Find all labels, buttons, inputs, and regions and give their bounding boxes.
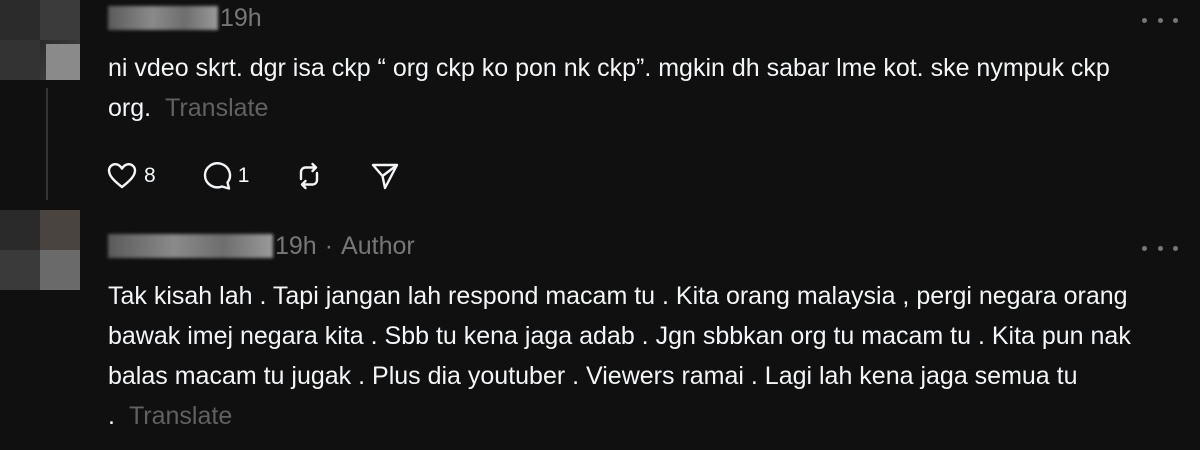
comment-body: Tak kisah lah . Tapi jangan lah respond …: [108, 282, 1131, 430]
action-bar: 8 1: [106, 158, 445, 194]
username-redacted[interactable]: [108, 6, 218, 30]
translate-link[interactable]: Translate: [129, 402, 232, 430]
separator: ·: [324, 231, 334, 260]
translate-link[interactable]: Translate: [165, 94, 268, 122]
avatar[interactable]: [0, 0, 80, 80]
avatar[interactable]: [0, 210, 80, 290]
comment-meta: 19h · Author: [108, 230, 415, 262]
comment-text: ni vdeo skrt. dgr isa ckp “ org ckp ko p…: [108, 48, 1158, 128]
author-label: Author: [341, 231, 415, 260]
comment: 19h ni vdeo skrt. dgr isa ckp “ org ckp …: [0, 0, 1200, 200]
comment-icon: [203, 162, 231, 190]
send-icon: [372, 163, 399, 190]
reply-button[interactable]: 1: [200, 160, 250, 192]
more-icon[interactable]: [1142, 10, 1178, 30]
comment-meta: 19h: [108, 2, 262, 34]
thread-line: [46, 88, 48, 200]
heart-icon: [107, 163, 137, 189]
like-count: 8: [144, 164, 156, 187]
timestamp: 19h: [275, 231, 317, 260]
comment-text: Tak kisah lah . Tapi jangan lah respond …: [108, 276, 1158, 436]
repost-icon: [300, 162, 319, 190]
username-redacted[interactable]: [108, 234, 273, 258]
more-icon[interactable]: [1142, 238, 1178, 258]
share-button[interactable]: [369, 160, 401, 192]
repost-button[interactable]: [293, 160, 325, 192]
timestamp: 19h: [220, 3, 262, 32]
like-button[interactable]: 8: [106, 160, 156, 192]
comment: 19h · Author Tak kisah lah . Tapi jangan…: [0, 200, 1200, 450]
reply-count: 1: [237, 164, 250, 187]
